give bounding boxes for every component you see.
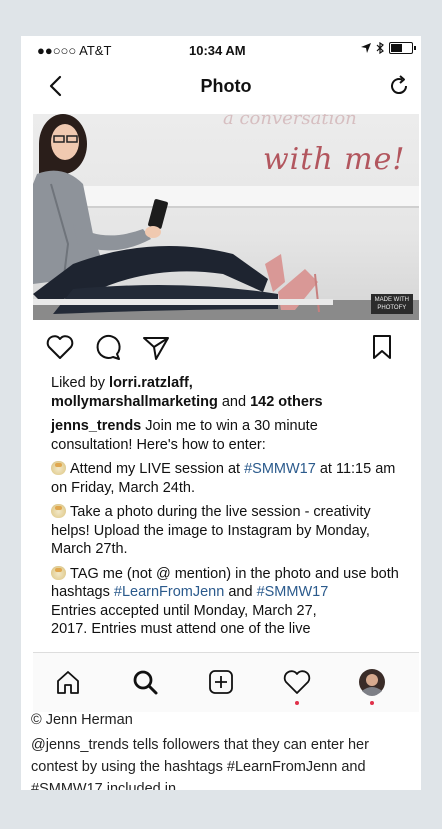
bookmark-icon[interactable] bbox=[367, 332, 397, 362]
activity-heart-icon[interactable] bbox=[282, 667, 312, 697]
bullet-emoji-icon bbox=[51, 504, 66, 518]
liker-username-1[interactable]: lorri.ratzlaff, bbox=[109, 375, 193, 391]
hashtag-learnfromjenn[interactable]: #LearnFromJenn bbox=[114, 584, 224, 600]
caption-cut-line: 2017. Entries must attend one of the liv… bbox=[51, 621, 311, 637]
step2-text: Take a photo during the live session - c… bbox=[51, 504, 371, 557]
article-card: ●●○○○ AT&T 10:34 AM Photo a conversation… bbox=[21, 36, 421, 790]
likes-line: Liked by lorri.ratzlaff, mollymarshallmar… bbox=[51, 374, 401, 411]
post-actions bbox=[33, 332, 419, 368]
caption-intro: jenns_trends Join me to win a 30 minute … bbox=[51, 417, 401, 454]
caption-step-1: Attend my LIVE session at #SMMW17 at 11:… bbox=[51, 460, 401, 497]
add-post-icon[interactable] bbox=[206, 667, 236, 697]
caption-entries: Entries accepted until Monday, March 27, bbox=[51, 602, 317, 619]
bluetooth-icon bbox=[376, 42, 384, 54]
home-icon[interactable] bbox=[53, 667, 83, 697]
comment-icon[interactable] bbox=[93, 332, 123, 362]
bullet-emoji-icon bbox=[51, 565, 66, 580]
caption-username[interactable]: jenns_trends bbox=[51, 418, 141, 434]
image-description: @jenns_trends tells followers that they … bbox=[31, 737, 369, 790]
hashtag-smmw17-2[interactable]: #SMMW17 bbox=[257, 584, 329, 600]
status-time: 10:34 AM bbox=[189, 43, 246, 58]
caption-step-2: Take a photo during the live session - c… bbox=[51, 503, 401, 559]
status-bar: ●●○○○ AT&T 10:34 AM bbox=[33, 40, 419, 60]
location-arrow-icon bbox=[361, 43, 371, 53]
profile-avatar[interactable] bbox=[357, 667, 387, 697]
hashtag-smmw17[interactable]: #SMMW17 bbox=[244, 461, 316, 477]
navigation-bar: Photo bbox=[33, 64, 419, 108]
battery-icon bbox=[389, 42, 416, 54]
step1-text-a: Attend my LIVE session at bbox=[70, 461, 245, 477]
activity-notification-dot bbox=[295, 701, 299, 705]
phone-screenshot: ●●○○○ AT&T 10:34 AM Photo a conversation… bbox=[33, 36, 419, 712]
liker-username-2[interactable]: mollymarshallmarketing bbox=[51, 394, 218, 410]
image-credit: © Jenn Herman bbox=[31, 712, 133, 728]
post-photo[interactable]: a conversation with me! MADE WITH PHOTOF… bbox=[33, 114, 419, 320]
post-caption: Liked by lorri.ratzlaff, mollymarshallmar… bbox=[51, 374, 401, 639]
likes-count[interactable]: 142 others bbox=[250, 394, 323, 410]
refresh-icon[interactable] bbox=[387, 74, 411, 98]
photofy-badge: MADE WITH PHOTOFY bbox=[370, 294, 413, 314]
caption-step-3: TAG me (not @ mention) in the photo and … bbox=[51, 565, 401, 602]
bottom-tab-bar bbox=[33, 652, 419, 712]
woman-figure-illustration bbox=[33, 114, 333, 314]
badge-line-1: MADE WITH bbox=[374, 297, 409, 303]
search-icon[interactable] bbox=[130, 667, 160, 697]
step3-and: and bbox=[224, 584, 257, 600]
likes-prefix: Liked by bbox=[51, 375, 110, 391]
carrier-signal: ●●○○○ AT&T bbox=[37, 43, 112, 58]
share-send-icon[interactable] bbox=[141, 332, 171, 362]
bullet-emoji-icon bbox=[51, 461, 66, 475]
status-icons bbox=[361, 42, 416, 54]
likes-middle: and bbox=[217, 393, 251, 410]
page-title: Photo bbox=[200, 76, 252, 96]
profile-notification-dot bbox=[370, 701, 374, 705]
heart-icon[interactable] bbox=[45, 332, 75, 362]
badge-line-2: PHOTOFY bbox=[377, 305, 407, 311]
